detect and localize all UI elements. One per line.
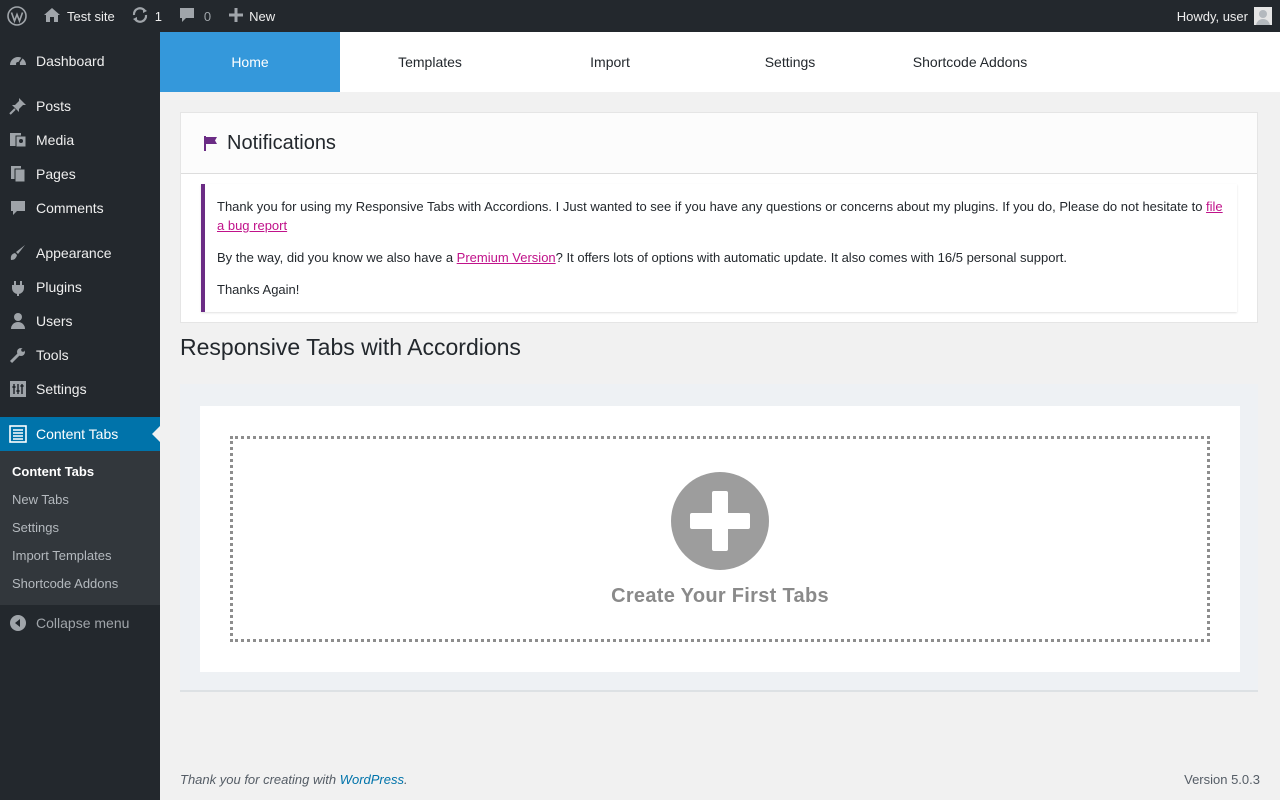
comment-icon: [0, 199, 36, 217]
my-account-link[interactable]: Howdy, user: [1177, 0, 1272, 32]
collapse-menu-label: Collapse menu: [36, 615, 130, 631]
collapse-menu-button[interactable]: Collapse menu: [0, 606, 160, 640]
tabs-list-panel: Create Your First Tabs: [180, 384, 1258, 692]
tab-home[interactable]: Home: [160, 32, 340, 92]
site-name-link[interactable]: Test site: [43, 0, 115, 32]
sidebar-item-label: Content Tabs: [36, 426, 119, 442]
user-icon: [0, 312, 36, 330]
sidebar-item-users[interactable]: Users: [0, 304, 160, 338]
sidebar-item-settings[interactable]: Settings: [0, 372, 160, 406]
sidebar-item-appearance[interactable]: Appearance: [0, 236, 160, 270]
sidebar-item-media[interactable]: Media: [0, 123, 160, 157]
comment-bubble-icon: [178, 7, 196, 26]
comments-link[interactable]: 0: [178, 0, 211, 32]
new-content-link[interactable]: New: [229, 0, 275, 32]
sidebar-item-label: Users: [36, 313, 73, 329]
updates-count: 1: [154, 8, 162, 24]
sidebar-item-label: Media: [36, 132, 75, 148]
create-first-tabs-label: Create Your First Tabs: [611, 585, 829, 607]
notifications-title: Notifications: [227, 131, 336, 154]
dashboard-icon: [0, 52, 36, 70]
plus-icon: [229, 7, 244, 25]
sidebar-item-label: Appearance: [36, 245, 112, 261]
sidebar-item-label: Plugins: [36, 279, 82, 295]
submenu-item-shortcode-addons[interactable]: Shortcode Addons: [12, 576, 118, 591]
wordpress-logo-icon[interactable]: [0, 0, 34, 32]
media-icon: [0, 131, 36, 149]
sidebar-item-content-tabs[interactable]: Content Tabs: [0, 417, 160, 451]
notice-paragraph: By the way, did you know we also have a …: [217, 250, 1068, 265]
flag-icon: [203, 135, 219, 154]
tab-shortcode-addons[interactable]: Shortcode Addons: [880, 32, 1060, 92]
page-title: Responsive Tabs with Accordions: [180, 334, 521, 360]
create-panel: Create Your First Tabs: [200, 406, 1240, 672]
tab-templates[interactable]: Templates: [340, 32, 520, 92]
submenu-item-import-templates[interactable]: Import Templates: [12, 548, 111, 563]
brush-icon: [0, 244, 36, 262]
admin-sidebar: Dashboard Posts Media Pages Comments App…: [0, 32, 160, 800]
sidebar-item-label: Comments: [36, 200, 104, 216]
collapse-arrow-icon: [0, 614, 36, 632]
plugin-tabs-bar: Home Templates Import Settings Shortcode…: [160, 32, 1280, 92]
tab-import[interactable]: Import: [520, 32, 700, 92]
create-first-tabs-button[interactable]: Create Your First Tabs: [230, 436, 1210, 642]
sidebar-item-label: Settings: [36, 381, 87, 397]
sidebar-item-label: Pages: [36, 166, 76, 182]
plug-icon: [0, 278, 36, 296]
updates-link[interactable]: 1: [131, 0, 162, 32]
sidebar-item-label: Tools: [36, 347, 69, 363]
premium-version-link[interactable]: Premium Version: [457, 250, 556, 265]
sidebar-item-posts[interactable]: Posts: [0, 89, 160, 123]
add-circle-icon: [671, 472, 769, 570]
sidebar-item-label: Dashboard: [36, 53, 105, 69]
thank-you-notice: Thank you for using my Responsive Tabs w…: [201, 184, 1237, 312]
pin-icon: [0, 97, 36, 115]
wrench-icon: [0, 346, 36, 364]
notice-paragraph: Thanks Again!: [217, 282, 300, 297]
settings-icon: [0, 380, 36, 398]
notifications-box: Notifications Thank you for using my Res…: [180, 112, 1258, 323]
sidebar-item-plugins[interactable]: Plugins: [0, 270, 160, 304]
new-label: New: [249, 8, 276, 24]
tab-settings[interactable]: Settings: [700, 32, 880, 92]
notice-paragraph: Thank you for using my Responsive Tabs w…: [217, 199, 1223, 233]
active-indicator: [152, 426, 160, 442]
sidebar-item-dashboard[interactable]: Dashboard: [0, 44, 160, 78]
sidebar-item-tools[interactable]: Tools: [0, 338, 160, 372]
sidebar-item-label: Posts: [36, 98, 72, 114]
version-label: Version 5.0.3: [1184, 772, 1260, 787]
submenu-item-content-tabs[interactable]: Content Tabs: [12, 464, 94, 479]
admin-bar: Test site 1 0 New Howdy, user: [0, 0, 1280, 32]
list-icon: [0, 425, 36, 443]
pages-icon: [0, 165, 36, 183]
refresh-icon: [131, 6, 149, 27]
site-name-label: Test site: [67, 8, 115, 24]
sidebar-item-comments[interactable]: Comments: [0, 191, 160, 225]
footer-thanks: Thank you for creating with WordPress.: [180, 772, 408, 787]
submenu-item-new-tabs[interactable]: New Tabs: [12, 492, 69, 507]
greeting-label: Howdy, user: [1176, 8, 1248, 24]
notifications-header: Notifications: [181, 113, 1257, 174]
submenu-item-settings[interactable]: Settings: [12, 520, 59, 535]
comments-count: 0: [203, 8, 212, 24]
wordpress-link[interactable]: WordPress: [340, 772, 404, 787]
content-tabs-submenu: Content Tabs New Tabs Settings Import Te…: [0, 451, 160, 605]
home-icon: [43, 7, 61, 26]
avatar: [1254, 7, 1272, 25]
sidebar-item-pages[interactable]: Pages: [0, 157, 160, 191]
